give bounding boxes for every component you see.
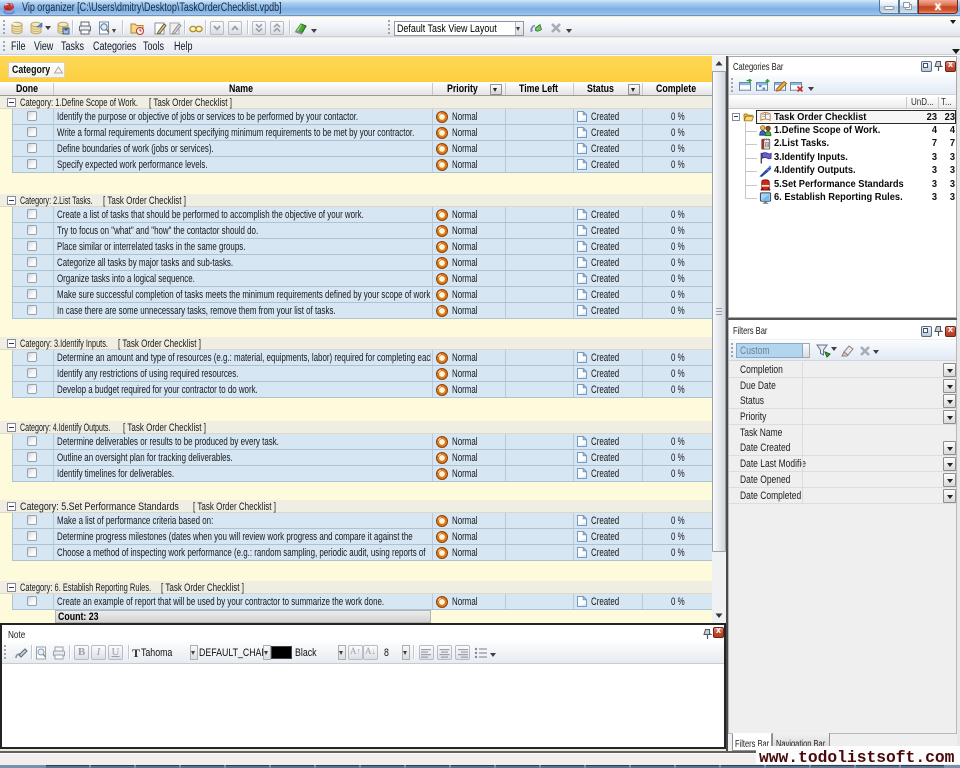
svg-text:5: 5 xyxy=(766,143,768,147)
